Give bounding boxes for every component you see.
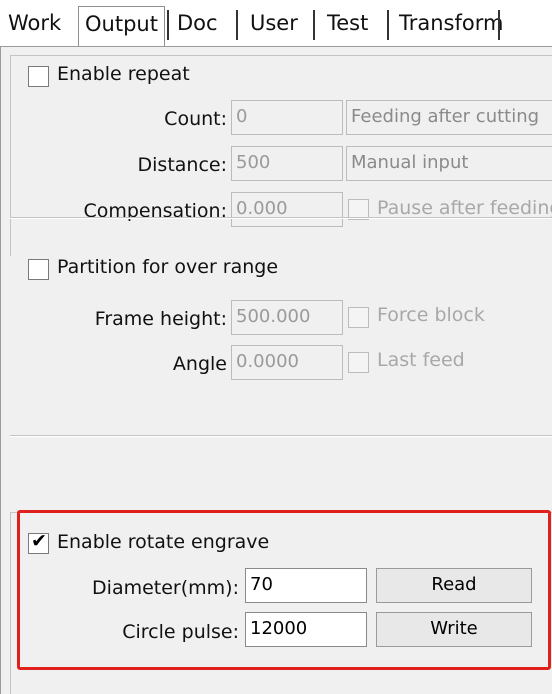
distance-mode-select[interactable]: Manual input	[346, 146, 552, 181]
count-mode-select[interactable]: Feeding after cutting	[346, 100, 552, 135]
group-divider-highlight	[10, 218, 552, 219]
force-block-label: Force block	[377, 304, 485, 326]
frame-height-input[interactable]: 500.000	[231, 300, 343, 335]
tab-separator	[236, 10, 238, 40]
tab-separator	[498, 10, 500, 40]
last-feed-checkbox[interactable]	[348, 352, 369, 373]
write-button[interactable]: Write	[376, 612, 532, 647]
tab-transform[interactable]: Transform	[399, 0, 503, 46]
checkmark-icon: ✔	[31, 530, 47, 552]
last-feed-label: Last feed	[377, 349, 465, 371]
count-label: Count:	[164, 108, 227, 130]
tab-user[interactable]: User	[250, 0, 298, 46]
group-divider	[10, 512, 552, 513]
tab-output[interactable]: Output	[78, 6, 165, 48]
angle-label: Angle	[172, 353, 227, 375]
compensation-input[interactable]: 0.000	[231, 192, 343, 227]
read-button[interactable]: Read	[376, 568, 532, 603]
distance-input[interactable]: 500	[231, 146, 343, 181]
group-left-edge	[10, 512, 11, 694]
frame-height-label: Frame height:	[94, 308, 227, 330]
pause-after-feeding-label: Pause after feeding	[377, 197, 552, 219]
partition-checkbox[interactable]	[28, 259, 49, 280]
enable-repeat-label: Enable repeat	[57, 63, 190, 85]
diameter-input[interactable]: 70	[245, 568, 367, 603]
tab-doc[interactable]: Doc	[177, 0, 218, 46]
tab-work[interactable]: Work	[8, 0, 61, 46]
circle-pulse-label: Circle pulse:	[122, 621, 239, 643]
distance-label: Distance:	[137, 154, 227, 176]
rotate-engrave-checkbox[interactable]: ✔	[28, 530, 49, 554]
circle-pulse-input[interactable]: 12000	[245, 612, 367, 647]
diameter-label: Diameter(mm):	[92, 577, 239, 599]
force-block-checkbox[interactable]	[348, 307, 369, 328]
tab-separator	[167, 10, 169, 40]
tab-separator	[313, 10, 315, 40]
angle-input[interactable]: 0.0000	[231, 345, 343, 380]
output-panel: Enable repeat Count: 0 Feeding after cut…	[0, 46, 552, 694]
group-divider-highlight	[10, 436, 552, 437]
tab-separator	[387, 10, 389, 40]
enable-repeat-checkbox[interactable]	[28, 66, 49, 87]
rotate-engrave-label: Enable rotate engrave	[57, 531, 270, 553]
partition-label: Partition for over range	[57, 256, 279, 278]
tab-test[interactable]: Test	[327, 0, 368, 46]
count-input[interactable]: 0	[231, 100, 343, 135]
